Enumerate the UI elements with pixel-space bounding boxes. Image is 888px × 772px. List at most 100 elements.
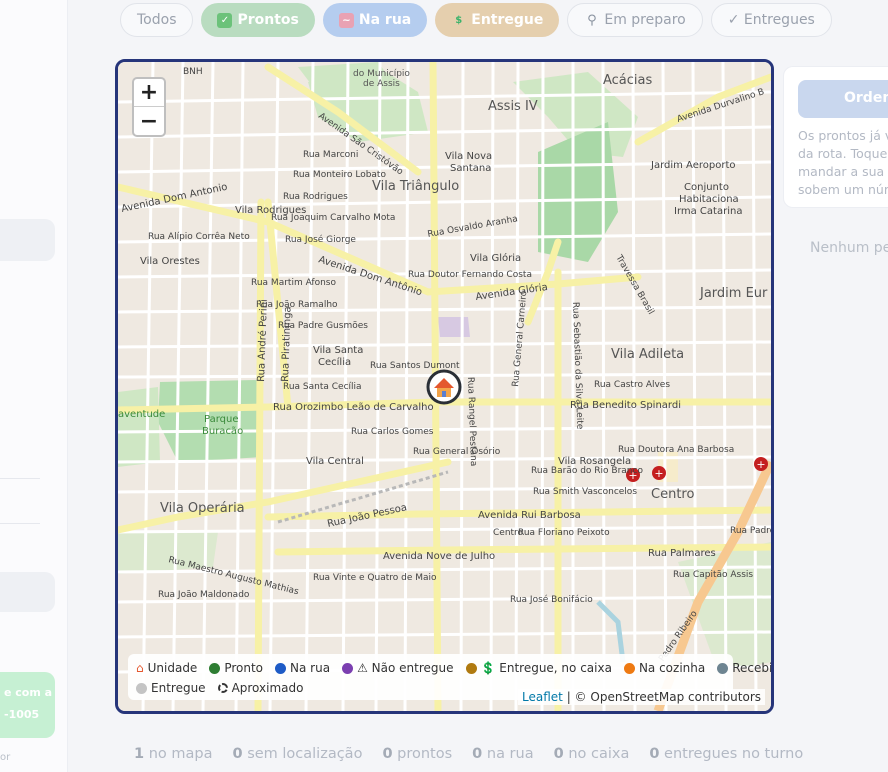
empty-orders-message: Nenhum pe [810, 240, 888, 256]
area-label: Acácias [603, 73, 653, 88]
map-stats-bar: 1 no mapa 0 sem localização 0 prontos 0 … [120, 736, 803, 772]
stat-entregues-turno: 0 entregues no turno [649, 746, 803, 762]
legend-item-recebido: Recebido [717, 661, 773, 675]
street-label: Rua Martim Afonso [251, 278, 336, 288]
street-label: Rua João Maldonado [158, 590, 250, 600]
order-route-button[interactable]: Ordem [798, 80, 888, 118]
stat-number: 0 [232, 746, 243, 762]
legend-label: Na rua [290, 661, 331, 675]
status-dot [465, 662, 477, 674]
status-dot [342, 662, 354, 674]
park-area [118, 387, 160, 467]
area-label: Vila Glória [470, 252, 521, 264]
legend-item-nao-entregue: ⚠ Não entregue [342, 661, 454, 675]
leaflet-link[interactable]: Leaflet [522, 690, 563, 704]
house-icon[interactable] [426, 369, 462, 405]
street-label: Rua Castro Alves [594, 380, 670, 390]
stat-number: 1 [134, 746, 145, 762]
filter-entregues[interactable]: ✓ Entregues [710, 3, 832, 37]
area-label: Vila Santa [313, 345, 363, 356]
sidebar-notice-line: e com a [4, 686, 53, 699]
area-label: Vila Operária [160, 501, 245, 516]
sidebar-footer: or [0, 752, 11, 763]
map-attribution: Leaflet | © OpenStreetMap contributors [518, 689, 765, 705]
stat-number: 0 [553, 746, 564, 762]
street-label: Avenida Nove de Julho [383, 551, 495, 562]
dollar-icon: $ [455, 14, 463, 26]
street-label: Rua Carlos Gomes [351, 427, 434, 437]
area-label: Buracão [202, 426, 243, 437]
area-label: Jardim Eur [699, 286, 768, 301]
street-label: Rua Rodrigues [283, 192, 348, 202]
legend-label: ⚠ Não entregue [357, 661, 454, 675]
street-label: Rua José Giorge [285, 234, 356, 245]
street-label: Rua Smith Vasconcelos [533, 487, 637, 497]
area-label: Parque [204, 414, 238, 425]
legend-item-na-rua: Na rua [275, 661, 330, 675]
sidebar-item[interactable] [0, 572, 55, 612]
filter-label: ✓ Entregues [727, 12, 815, 28]
route-order-panel: Ordem Os prontos já v da rota. Toque man… [783, 66, 888, 208]
help-line: Os prontos já v [798, 128, 888, 143]
street-label: Rua General Osório [413, 446, 501, 457]
legend-label: 💲 Entregue, no caixa [480, 661, 612, 675]
map-tiles[interactable]: + + + Assis IV Acácias do Município de A… [118, 62, 771, 711]
filter-label: Entregue [471, 12, 544, 28]
area-label: do Município [353, 69, 410, 79]
stat-number: 0 [649, 746, 660, 762]
filter-label: Na rua [358, 12, 412, 28]
street-label: Rua José Bonifácio [510, 594, 593, 605]
status-dot [623, 662, 635, 674]
svg-text:+: + [756, 458, 765, 471]
status-filters: Todos ✓ Prontos ~ Na rua $ Entregue ⚲ Em pre… [120, 3, 832, 37]
area-label: Irma Catarina [674, 206, 742, 217]
delivery-map[interactable]: + + + Assis IV Acácias do Município de A… [115, 59, 774, 714]
legend-item-pronto: Pronto [209, 661, 263, 675]
area-label: Assis IV [488, 99, 538, 114]
scooter-icon: ~ [338, 12, 354, 28]
street-label: Rua Doutora Ana Barbosa [618, 445, 734, 455]
street-label: Rua Benedito Spinardi [570, 400, 681, 411]
help-line: sobem um núm [798, 182, 888, 197]
area-label: Cecília [318, 356, 351, 368]
filter-all[interactable]: Todos [120, 3, 194, 37]
stat-label: no mapa [148, 746, 213, 762]
zoom-out-button[interactable]: − [134, 107, 164, 135]
area-label: Vila Adileta [611, 347, 684, 362]
street-label: Rua Monteiro Lobato [293, 170, 386, 180]
street-label: Rua Floriano Peixoto [518, 528, 610, 538]
legend-label: Pronto [224, 661, 264, 675]
sidebar-notice[interactable]: e com a -1005 [0, 672, 55, 738]
zoom-in-button[interactable]: + [134, 79, 164, 107]
street-label: Avenida Rui Barbosa [478, 510, 581, 521]
legend-item-entregue-caixa: 💲 Entregue, no caixa [465, 661, 612, 675]
sidebar-item[interactable] [0, 219, 55, 261]
osm-attribution: | © OpenStreetMap contributors [566, 690, 761, 704]
stat-label: entregues no turno [664, 746, 804, 762]
stat-sem-localizacao: 0 sem localização [232, 746, 362, 762]
area-label: aventude [118, 409, 165, 420]
street-label: Rua Joaquim Carvalho Mota [271, 213, 395, 223]
street-label: Rua Marconi [303, 150, 358, 160]
stat-no-mapa: 1 no mapa [134, 746, 212, 762]
filter-em-preparo[interactable]: ⚲ Em preparo [567, 3, 703, 37]
street-label: Rua Capitão Assis [673, 570, 753, 580]
house-icon: ⌂ [136, 661, 144, 675]
stat-prontos: 0 prontos [382, 746, 452, 762]
filter-entregue[interactable]: $ Entregue [435, 3, 560, 37]
sidebar-divider [0, 523, 40, 524]
street-label: Rua Vinte e Quatro de Maio [313, 573, 437, 583]
filter-label: Prontos [237, 12, 299, 28]
dashed-circle-icon [217, 683, 228, 693]
filter-prontos[interactable]: ✓ Prontos [201, 3, 315, 37]
area-label: BNH [183, 67, 203, 77]
area-label: Vila Triângulo [372, 179, 459, 194]
help-line: mandar a sua [798, 164, 885, 179]
filter-na-rua[interactable]: ~ Na rua [322, 3, 428, 37]
legend-label: Recebido [732, 661, 773, 675]
legend-row: ⌂ Unidade Pronto Na rua ⚠ Não entregue 💲 … [136, 658, 771, 678]
sidebar-divider [0, 478, 40, 479]
legend-item-na-cozinha: Na cozinha [623, 661, 705, 675]
filter-label: Em preparo [604, 12, 686, 28]
status-dot [275, 662, 287, 674]
